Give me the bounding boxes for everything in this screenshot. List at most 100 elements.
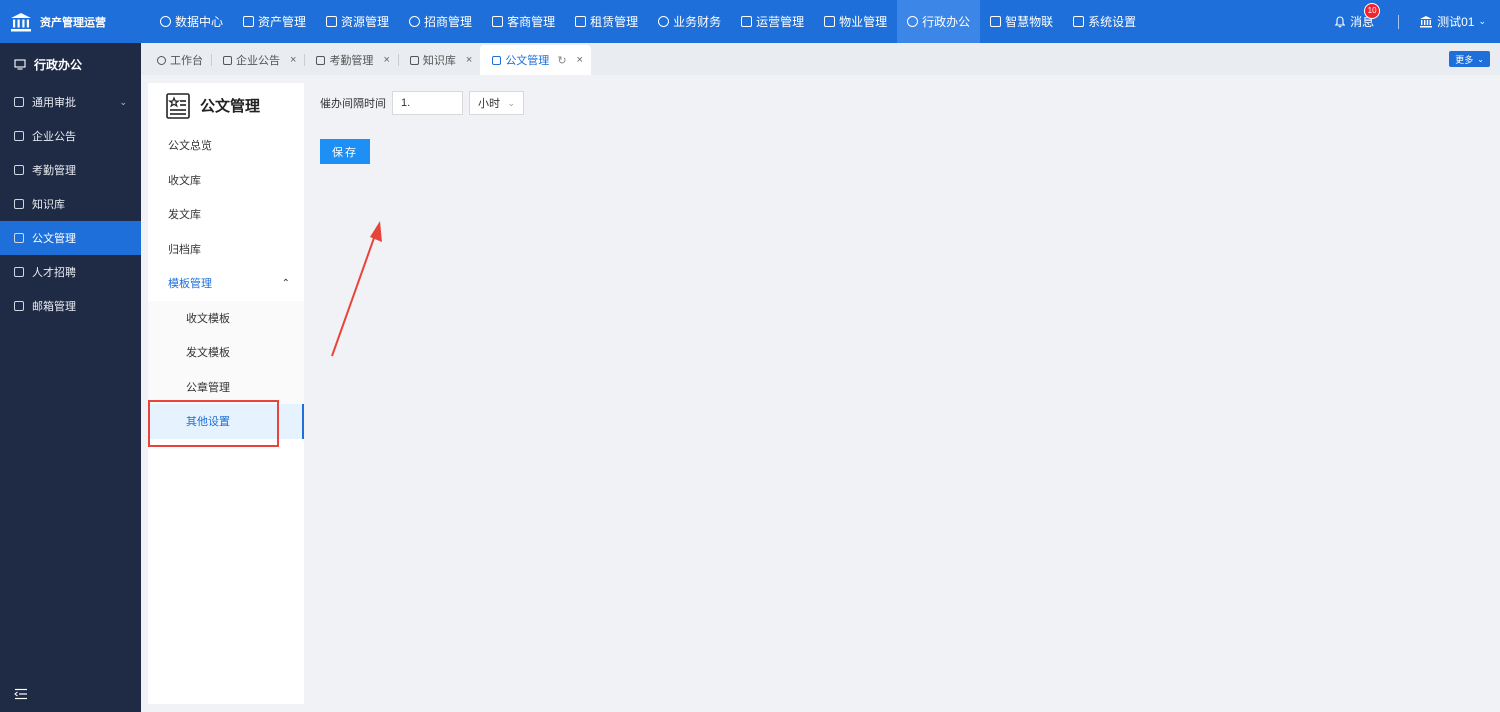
sidebar-item-7[interactable]: 邮箱管理 [0,289,141,323]
yen-icon [658,16,670,27]
close-icon[interactable]: × [290,54,296,66]
brand[interactable]: 资产管理运营 [0,0,141,43]
nav-item-label: 资源管理 [341,15,390,29]
nav-item-label: 智慧物联 [1005,15,1054,29]
sidebar-item-1[interactable]: 通用审批 ⌄ [0,85,141,119]
tab-3[interactable]: 考勤管理 × [304,45,397,75]
menu-group-template-management[interactable]: 模板管理 ⌃ [148,266,304,301]
user-name: 测试01 [1437,15,1475,29]
nav-item-label: 行政办公 [922,15,971,29]
nav-item-11[interactable]: 智慧物联 [980,0,1063,43]
save-button[interactable]: 保存 [320,139,370,164]
more-tabs-button[interactable]: 更多 ⌄ [1449,51,1490,67]
bell-icon [1334,15,1346,27]
atom-icon [990,16,1002,27]
person-icon [14,267,24,277]
tab-label: 工作台 [170,55,203,67]
messages-badge: 10 [1364,3,1381,19]
monitor-icon [907,16,919,27]
nav-item-label: 租赁管理 [590,15,639,29]
house-icon [575,16,587,27]
tab-label: 考勤管理 [329,55,374,67]
calendar-icon [14,165,24,175]
nav-item-label: 数据中心 [175,15,224,29]
panel-menu-item-4[interactable]: 归档库 [148,232,304,267]
interval-label: 催办间隔时间 [320,98,386,110]
nav-item-label: 客商管理 [507,15,556,29]
nav-item-3[interactable]: 资源管理 [316,0,399,43]
nav-item-label: 资产管理 [258,15,307,29]
sidebar-item-label: 人才招聘 [32,267,76,279]
close-icon[interactable]: × [383,54,389,66]
sidebar-item-6[interactable]: 人才招聘 [0,255,141,289]
panel-menu-item-3[interactable]: 发文库 [148,197,304,232]
sidebar-item-label: 邮箱管理 [32,301,76,313]
dashboard-icon [160,16,171,27]
top-navbar: 资产管理运营 数据中心 资产管理 资源管理 招商管理 客商管理 租赁管理 业务财务 运营管理 物… [0,0,1500,43]
app-title: 资产管理运营 [40,16,106,29]
sidebar-item-label: 通用审批 [32,97,76,109]
unit-select[interactable]: 小时 ⌄ [469,91,524,115]
panel-menu-item-1[interactable]: 公文总览 [148,128,304,163]
menu-group-label: 模板管理 [168,278,212,291]
refresh-icon[interactable]: ↻ [557,54,566,67]
chevron-down-icon: ⌄ [507,97,515,108]
panel-title-text: 公文管理 [200,98,261,115]
nav-item-label: 物业管理 [839,15,888,29]
main-nav: 数据中心 资产管理 资源管理 招商管理 客商管理 租赁管理 业务财务 运营管理 物业管理 行政办公… [150,0,1146,43]
collapse-menu-icon[interactable] [14,688,28,700]
mail-icon [14,301,24,311]
sidebar-item-5[interactable]: 公文管理 [0,221,141,255]
sidebar-header: 行政办公 [0,43,141,85]
sidebar-item-4[interactable]: 知识库 [0,187,141,221]
tab-5[interactable]: 公文管理 ↻ × [480,45,591,75]
nav-item-2[interactable]: 资产管理 [233,0,316,43]
nav-item-7[interactable]: 业务财务 [648,0,731,43]
nav-item-label: 系统设置 [1088,15,1137,29]
nav-item-9[interactable]: 物业管理 [814,0,897,43]
nav-item-4[interactable]: 招商管理 [399,0,482,43]
chevron-down-icon: ⌄ [1478,16,1486,26]
sidebar-title: 行政办公 [34,57,83,72]
tab-1[interactable]: 工作台 [145,45,211,75]
nav-item-5[interactable]: 客商管理 [482,0,565,43]
tab-2[interactable]: 企业公告 × [211,45,304,75]
sidebar: 行政办公 通用审批 ⌄ 企业公告考勤管理知识库 公文管理人才招聘邮箱管理 [0,43,141,712]
bank-icon [1420,16,1433,28]
sidebar-item-3[interactable]: 考勤管理 [0,153,141,187]
unit-select-value: 小时 [478,98,500,110]
nav-item-6[interactable]: 租赁管理 [565,0,648,43]
interval-input[interactable] [392,91,463,115]
panel-sub-item-1[interactable]: 收文模板 [148,300,304,335]
gear-icon [1073,16,1085,27]
close-icon[interactable]: × [466,54,472,66]
page-icon [316,55,326,65]
tag-icon [409,16,421,27]
document-menu-panel: 公文管理 公文总览 收文库 发文库 归档库 模板管理 ⌃ 收文模板 发文模板 公章管理 其他… [148,83,304,704]
nav-item-10[interactable]: 行政办公 [897,0,981,43]
document-icon [14,97,24,107]
panel-title: 公文管理 [148,83,304,128]
panel-sub-item-2[interactable]: 发文模板 [148,335,304,370]
tab-4[interactable]: 知识库 × [397,45,480,75]
sidebar-item-2[interactable]: 企业公告 [0,119,141,153]
close-icon[interactable]: × [577,54,583,66]
messages-button[interactable]: 消息 10 [1334,3,1381,30]
file-icon [14,233,24,243]
nav-item-label: 运营管理 [756,15,805,29]
panel-sub-item-3[interactable]: 公章管理 [148,369,304,404]
panel-sub-item-4[interactable]: 其他设置 [148,404,304,439]
panel-menu-item-2[interactable]: 收文库 [148,163,304,198]
nav-item-8[interactable]: 运营管理 [731,0,814,43]
bank-logo-icon [11,12,31,31]
tab-label: 知识库 [422,55,456,67]
sidebar-item-label: 考勤管理 [32,165,76,177]
nav-item-1[interactable]: 数据中心 [150,0,233,43]
reminder-interval-row: 催办间隔时间 小时 ⌄ [320,91,524,115]
nav-item-12[interactable]: 系统设置 [1063,0,1146,43]
speaker-icon [14,131,24,141]
box-icon [243,16,255,27]
user-menu[interactable]: 测试01 ⌄ [1419,13,1486,30]
chevron-up-icon: ⌃ [281,277,290,289]
chart-icon [741,16,753,27]
